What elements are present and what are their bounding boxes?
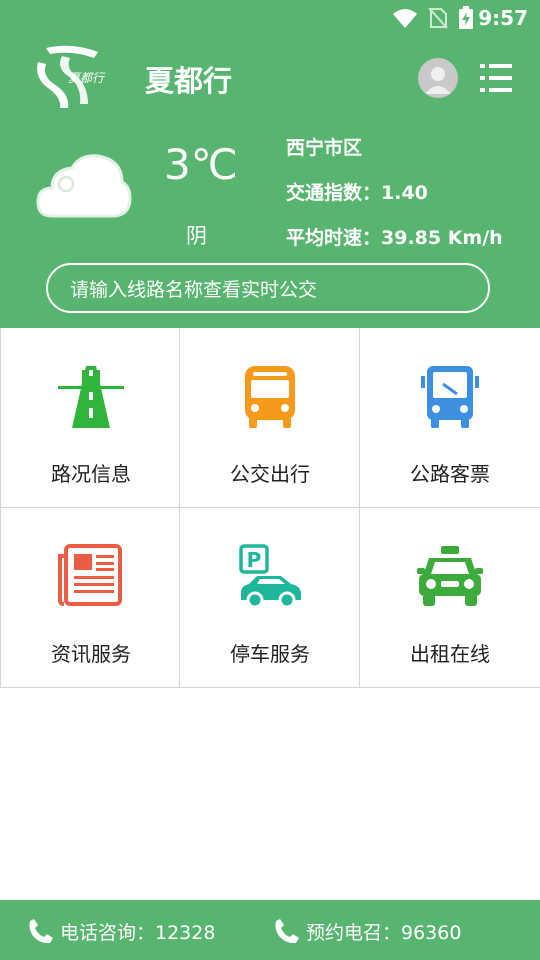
booking-link[interactable]: 预约电召：96360	[272, 916, 461, 946]
user-avatar[interactable]	[418, 58, 458, 98]
wifi-icon	[393, 9, 417, 28]
status-time: 9:57	[478, 6, 528, 30]
parking-icon: P	[239, 544, 301, 609]
hotline-link[interactable]: 电话咨询：12328	[26, 916, 215, 946]
weather-condition: 阴	[186, 224, 207, 248]
tile-label: 停车服务	[230, 642, 310, 666]
app-logo: 夏都行	[37, 45, 106, 108]
district-label: 西宁市区	[286, 137, 363, 159]
battery-charging-icon	[459, 6, 473, 29]
bus-search-input[interactable]: 请输入线路名称查看实时公交	[46, 263, 490, 313]
tile-label: 资讯服务	[51, 642, 131, 666]
temperature: 3℃	[164, 140, 238, 189]
booking-text: 预约电召：96360	[306, 921, 462, 944]
service-grid: 路况信息 公交出行 公路客票 资讯服务 P 停车服务 出租在线	[0, 328, 540, 688]
average-speed: 平均时速：39.85 Km/h	[286, 227, 503, 249]
taxi-icon	[417, 546, 483, 606]
no-sim-icon	[428, 7, 448, 29]
svg-text:P: P	[247, 548, 262, 572]
status-bar: 9:57	[0, 0, 540, 36]
road-icon	[58, 366, 124, 428]
header: 9:57 夏都行 夏都行 3℃ 阴 西宁市区 交通指数：1.40 平均时速：39…	[0, 0, 540, 328]
menu-list-icon[interactable]	[478, 60, 514, 96]
svg-text:夏都行: 夏都行	[68, 71, 106, 85]
tile-news-service[interactable]: 资讯服务	[0, 508, 180, 688]
app-title: 夏都行	[145, 64, 233, 98]
tile-label: 公路客票	[410, 462, 490, 486]
tile-label: 公交出行	[230, 462, 310, 486]
tile-coach-tickets[interactable]: 公路客票	[360, 328, 540, 508]
tile-parking-service[interactable]: P 停车服务	[180, 508, 360, 688]
phone-icon	[275, 919, 299, 944]
tile-traffic-info[interactable]: 路况信息	[0, 328, 180, 508]
coach-icon	[421, 366, 479, 428]
phone-icon	[29, 919, 53, 944]
tile-bus-travel[interactable]: 公交出行	[180, 328, 360, 508]
tile-taxi-online[interactable]: 出租在线	[360, 508, 540, 688]
user-icon	[425, 67, 451, 94]
search-placeholder: 请输入线路名称查看实时公交	[70, 278, 318, 301]
newspaper-icon	[58, 544, 122, 606]
cloud-icon	[36, 154, 132, 218]
hotline-text: 电话咨询：12328	[60, 921, 216, 944]
bus-icon	[245, 366, 295, 428]
traffic-index: 交通指数：1.40	[286, 182, 428, 204]
footer-bar: 电话咨询：12328 预约电召：96360	[0, 900, 540, 960]
tile-label: 路况信息	[51, 462, 131, 486]
tile-label: 出租在线	[410, 642, 490, 666]
